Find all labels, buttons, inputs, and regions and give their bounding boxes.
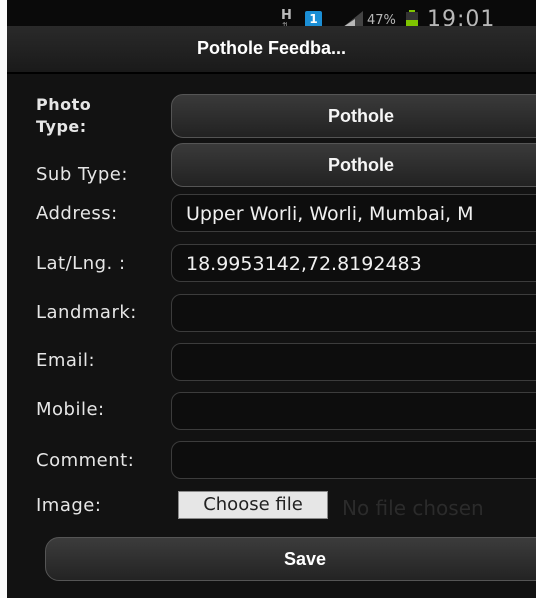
comment-label: Comment: xyxy=(36,450,135,471)
photo-type-select[interactable]: Pothole xyxy=(171,94,536,138)
photo-type-label: Photo Type: xyxy=(36,95,92,136)
landmark-field[interactable] xyxy=(171,294,536,332)
image-label: Image: xyxy=(36,495,102,516)
address-field[interactable]: Upper Worli, Worli, Mumbai, M xyxy=(171,194,536,232)
address-label: Address: xyxy=(36,203,118,224)
latlng-field[interactable]: 18.9953142,72.8192483 xyxy=(171,244,536,282)
landmark-label: Landmark: xyxy=(36,302,137,323)
page-title: Pothole Feedba... xyxy=(196,38,347,58)
sub-type-select[interactable]: Pothole xyxy=(171,143,536,187)
no-file-status: No file chosen xyxy=(342,496,484,520)
mobile-label: Mobile: xyxy=(36,399,105,420)
comment-field[interactable] xyxy=(171,441,536,479)
choose-file-button[interactable]: Choose file xyxy=(178,491,328,519)
latlng-label: Lat/Lng. : xyxy=(36,253,126,274)
mobile-field[interactable] xyxy=(171,392,536,430)
email-label: Email: xyxy=(36,350,96,371)
sub-type-label: Sub Type: xyxy=(36,164,128,185)
save-button[interactable]: Save xyxy=(45,537,536,581)
app-screen: H ⇅ 1 47% 19:01 Pothole Feedba... Photo … xyxy=(7,0,536,598)
title-bar: Pothole Feedba... xyxy=(7,26,536,74)
email-field[interactable] xyxy=(171,343,536,381)
